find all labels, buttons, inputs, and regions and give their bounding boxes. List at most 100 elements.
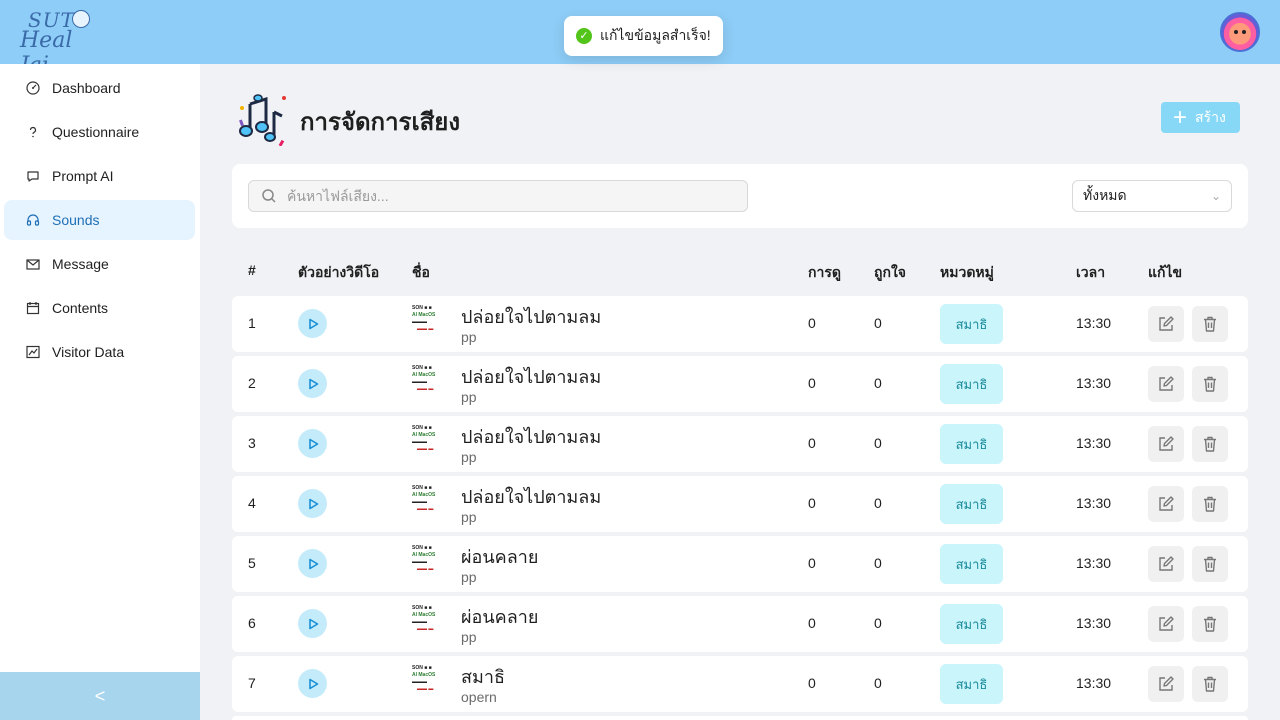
play-icon <box>306 617 320 631</box>
edit-button[interactable] <box>1148 486 1184 522</box>
likes-count: 0 <box>874 315 882 331</box>
sidebar-item-visitor-data[interactable]: Visitor Data <box>4 332 195 372</box>
sidebar-item-questionnaire[interactable]: Questionnaire <box>4 112 195 152</box>
sound-name: ปล่อยใจไปตามลม <box>461 307 602 327</box>
edit-icon <box>1157 435 1175 453</box>
sound-subtitle: pp <box>461 509 477 525</box>
duration: 13:30 <box>1076 555 1112 571</box>
trash-icon <box>1201 495 1219 513</box>
trash-icon <box>1201 315 1219 333</box>
page-title: การจัดการเสียง <box>300 109 461 136</box>
sidebar-item-label: Message <box>52 256 109 272</box>
chat-icon <box>26 169 40 183</box>
delete-button[interactable] <box>1192 666 1228 702</box>
play-button[interactable] <box>298 609 327 638</box>
logo-face-icon <box>72 10 90 28</box>
category-tag: สมาธิ <box>940 484 1003 524</box>
column-header-views: การดู <box>808 264 841 280</box>
delete-button[interactable] <box>1192 606 1228 642</box>
edit-icon <box>1157 675 1175 693</box>
category-select-value: ทั้งหมด <box>1083 187 1127 203</box>
sound-subtitle: pp <box>461 629 477 645</box>
sidebar-collapse-button[interactable]: < <box>0 672 200 720</box>
edit-button[interactable] <box>1148 366 1184 402</box>
table-row: 2 SON ■ ■ AI MacOS ▬▬▬ ▬▬ ▬ ปล่อยใจไปตามลม pp… <box>232 356 1248 412</box>
edit-icon <box>1157 495 1175 513</box>
delete-button[interactable] <box>1192 366 1228 402</box>
category-tag: สมาธิ <box>940 364 1003 404</box>
duration: 13:30 <box>1076 495 1112 511</box>
play-button[interactable] <box>298 309 327 338</box>
row-index: 5 <box>248 555 256 571</box>
category-tag: สมาธิ <box>940 544 1003 584</box>
trash-icon <box>1201 675 1219 693</box>
likes-count: 0 <box>874 495 882 511</box>
sound-subtitle: pp <box>461 569 477 585</box>
dashboard-icon <box>26 81 40 95</box>
duration: 13:30 <box>1076 435 1112 451</box>
column-header-index: # <box>248 262 256 278</box>
headphones-icon <box>26 213 40 227</box>
row-index: 7 <box>248 675 256 691</box>
sound-subtitle: pp <box>461 449 477 465</box>
category-select[interactable]: ทั้งหมด ⌄ <box>1072 180 1232 212</box>
sidebar: Dashboard Questionnaire Prompt AI Sounds… <box>0 64 200 720</box>
column-header-edit: แก้ไข <box>1148 264 1183 280</box>
edit-button[interactable] <box>1148 606 1184 642</box>
delete-button[interactable] <box>1192 426 1228 462</box>
play-button[interactable] <box>298 489 327 518</box>
duration: 13:30 <box>1076 615 1112 631</box>
sound-name: สมาธิ <box>461 667 505 687</box>
plus-icon: + <box>1173 103 1188 131</box>
category-tag: สมาธิ <box>940 304 1003 344</box>
music-notes-icon <box>239 94 286 146</box>
row-index: 3 <box>248 435 256 451</box>
toast-message: แก้ไขข้อมูลสำเร็จ! <box>600 27 711 43</box>
views-count: 0 <box>808 555 816 571</box>
play-button[interactable] <box>298 669 327 698</box>
category-tag: สมาธิ <box>940 424 1003 464</box>
duration: 13:30 <box>1076 675 1112 691</box>
sound-name: ผ่อนคลาย <box>461 547 539 567</box>
table-row: 4 SON ■ ■ AI MacOS ▬▬▬ ▬▬ ▬ ปล่อยใจไปตามลม pp… <box>232 476 1248 532</box>
column-header-time: เวลา <box>1076 264 1106 280</box>
duration: 13:30 <box>1076 315 1112 331</box>
delete-button[interactable] <box>1192 306 1228 342</box>
play-button[interactable] <box>298 549 327 578</box>
chevron-left-icon: < <box>94 685 106 706</box>
duration: 13:30 <box>1076 375 1112 391</box>
edit-button[interactable] <box>1148 546 1184 582</box>
edit-button[interactable] <box>1148 426 1184 462</box>
table-row <box>232 716 1248 720</box>
play-button[interactable] <box>298 369 327 398</box>
sound-subtitle: pp <box>461 329 477 345</box>
filter-card: ทั้งหมด ⌄ <box>232 164 1248 228</box>
sidebar-item-dashboard[interactable]: Dashboard <box>4 68 195 108</box>
question-icon <box>26 125 40 139</box>
play-button[interactable] <box>298 429 327 458</box>
play-icon <box>306 557 320 571</box>
sidebar-item-sounds[interactable]: Sounds <box>4 200 195 240</box>
column-header-preview: ตัวอย่างวิดีโอ <box>298 264 380 280</box>
trash-icon <box>1201 435 1219 453</box>
sidebar-item-message[interactable]: Message <box>4 244 195 284</box>
table-row: 6 SON ■ ■ AI MacOS ▬▬▬ ▬▬ ▬ ผ่อนคลาย pp 0 0 สมาธ… <box>232 596 1248 652</box>
line-chart-icon <box>26 345 40 359</box>
brand-logo[interactable]: SUT Heal Jai <box>18 8 98 78</box>
row-index: 1 <box>248 315 256 331</box>
create-button[interactable]: + สร้าง <box>1161 102 1240 133</box>
check-circle-icon: ✓ <box>576 28 592 44</box>
video-thumbnail: SON ■ ■ AI MacOS ▬▬▬ ▬▬ ▬ <box>412 485 454 521</box>
user-avatar[interactable] <box>1220 12 1260 52</box>
likes-count: 0 <box>874 675 882 691</box>
search-box[interactable] <box>248 180 748 212</box>
calendar-icon <box>26 301 40 315</box>
delete-button[interactable] <box>1192 486 1228 522</box>
sidebar-item-prompt-ai[interactable]: Prompt AI <box>4 156 195 196</box>
video-thumbnail: SON ■ ■ AI MacOS ▬▬▬ ▬▬ ▬ <box>412 305 454 341</box>
sidebar-item-contents[interactable]: Contents <box>4 288 195 328</box>
search-input[interactable] <box>287 188 727 204</box>
edit-button[interactable] <box>1148 666 1184 702</box>
delete-button[interactable] <box>1192 546 1228 582</box>
edit-button[interactable] <box>1148 306 1184 342</box>
